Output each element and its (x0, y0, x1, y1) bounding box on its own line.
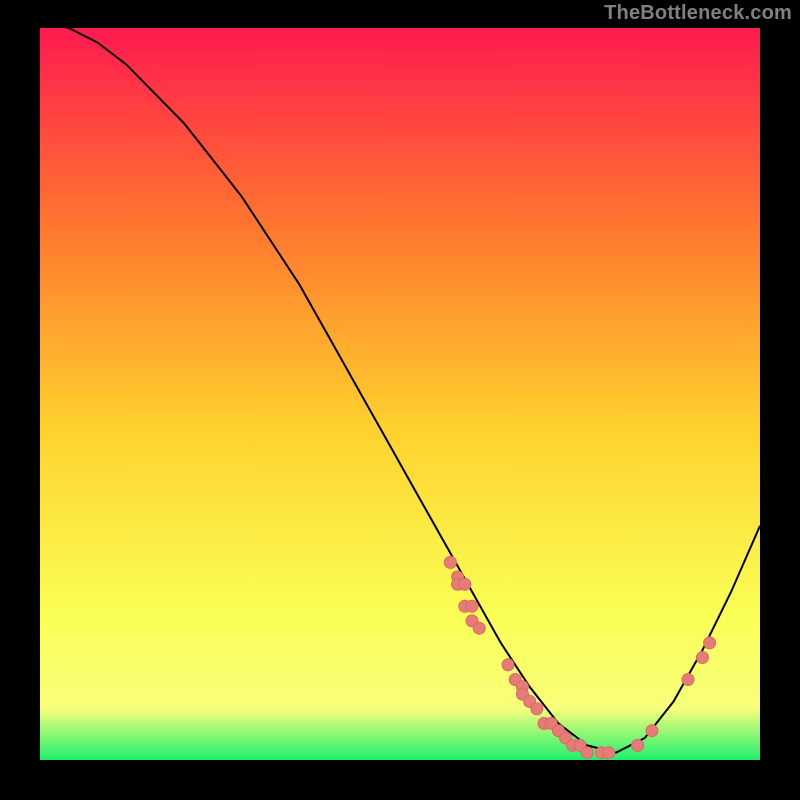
data-marker (466, 600, 478, 612)
data-marker (646, 725, 658, 737)
chart-svg (40, 28, 760, 760)
plot-area (40, 28, 760, 760)
data-marker (632, 739, 644, 751)
data-marker (581, 747, 593, 759)
data-marker (444, 556, 456, 568)
data-marker (682, 674, 694, 686)
chart-root: TheBottleneck.com (0, 0, 800, 800)
data-marker (502, 659, 514, 671)
data-marker (459, 578, 471, 590)
data-marker (603, 747, 615, 759)
attribution-text: TheBottleneck.com (604, 2, 792, 25)
gradient-background (40, 28, 760, 760)
data-marker (473, 622, 485, 634)
data-marker (531, 703, 543, 715)
data-marker (704, 637, 716, 649)
data-marker (696, 652, 708, 664)
